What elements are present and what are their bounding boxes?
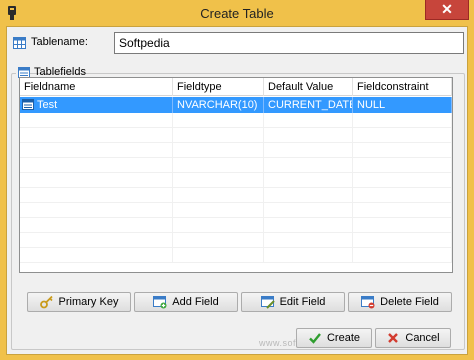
empty-row (20, 248, 452, 263)
window-title: Create Table (200, 6, 274, 21)
table-row[interactable]: Test NVARCHAR(10) CURRENT_DATE NULL (20, 97, 452, 113)
add-field-icon (153, 296, 167, 309)
delete-field-label: Delete Field (380, 296, 439, 308)
create-table-window: Create Table ✕ Tablename: Tablefields (0, 0, 474, 360)
add-field-label: Add Field (172, 296, 219, 308)
cancel-label: Cancel (405, 332, 440, 344)
add-field-button[interactable]: Add Field (134, 292, 238, 312)
fields-grid[interactable]: Fieldname Fieldtype Default Value Fieldc… (19, 77, 453, 273)
tablename-label: Tablename: (31, 36, 88, 48)
column-header-fieldconstraint[interactable]: Fieldconstraint (353, 78, 452, 96)
create-label: Create (326, 332, 361, 344)
edit-field-button[interactable]: Edit Field (241, 292, 345, 312)
title-bar[interactable]: Create Table ✕ (0, 0, 474, 26)
key-icon (39, 295, 53, 309)
row-icon (22, 99, 34, 110)
edit-field-icon (260, 296, 275, 309)
cell-fieldtype: NVARCHAR(10) (173, 97, 264, 113)
cell-fieldname: Test (20, 97, 173, 113)
cancel-button[interactable]: Cancel (375, 328, 451, 348)
empty-row (20, 218, 452, 233)
close-button[interactable]: ✕ (425, 0, 469, 20)
empty-row (20, 158, 452, 173)
empty-row (20, 113, 452, 128)
dialog-body: Tablename: Tablefields Fieldname Fieldty… (6, 26, 468, 355)
empty-row (20, 128, 452, 143)
delete-field-button[interactable]: Delete Field (348, 292, 452, 312)
table-icon (13, 37, 26, 49)
cell-fieldconstraint: NULL (353, 97, 452, 113)
primary-key-label: Primary Key (58, 296, 119, 308)
column-header-default-value[interactable]: Default Value (264, 78, 353, 96)
edit-field-label: Edit Field (279, 296, 326, 308)
column-header-fieldtype[interactable]: Fieldtype (173, 78, 264, 96)
primary-key-button[interactable]: Primary Key (27, 292, 131, 312)
empty-row (20, 188, 452, 203)
empty-row (20, 173, 452, 188)
empty-row (20, 203, 452, 218)
delete-field-icon (361, 296, 375, 309)
check-icon (309, 333, 321, 344)
cell-fieldname-text: Test (37, 99, 58, 111)
cross-icon (388, 333, 399, 343)
create-button[interactable]: Create (296, 328, 372, 348)
column-header-fieldname[interactable]: Fieldname (20, 78, 173, 96)
empty-row (20, 233, 452, 248)
empty-row (20, 143, 452, 158)
grid-header: Fieldname Fieldtype Default Value Fieldc… (20, 78, 452, 96)
tablename-input[interactable] (114, 32, 464, 54)
cell-default-value: CURRENT_DATE (264, 97, 353, 113)
